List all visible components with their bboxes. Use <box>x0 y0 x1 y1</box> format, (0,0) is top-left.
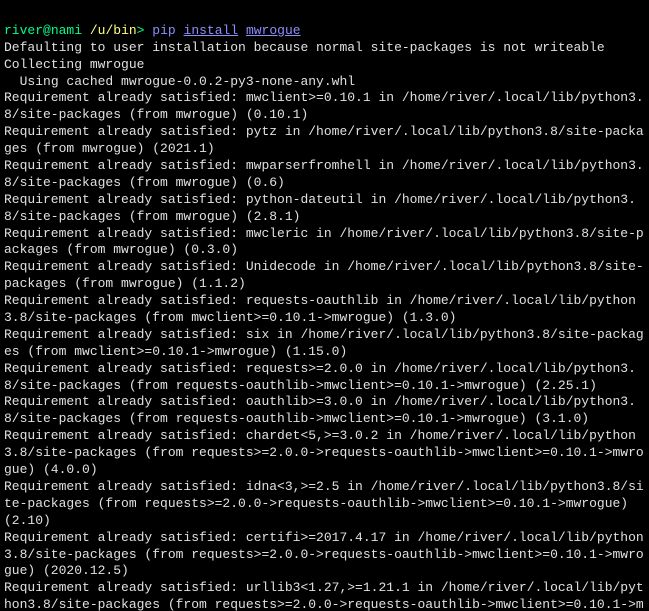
terminal-window[interactable]: river@nami /u/bin> pip install mwrogue D… <box>0 0 649 611</box>
output-line: Requirement already satisfied: urllib3<1… <box>4 580 644 611</box>
output-line: Requirement already satisfied: certifi>=… <box>4 530 644 579</box>
output-line: Requirement already satisfied: mwcleric … <box>4 226 644 258</box>
output-line: Requirement already satisfied: mwparserf… <box>4 158 644 190</box>
output-line: Requirement already satisfied: chardet<5… <box>4 428 644 477</box>
command-package: mwrogue <box>246 23 301 38</box>
output-line: Requirement already satisfied: pytz in /… <box>4 124 644 156</box>
output-line: Requirement already satisfied: six in /h… <box>4 327 644 359</box>
output-line: Requirement already satisfied: requests-… <box>4 293 636 325</box>
prompt-gt: > <box>137 23 145 38</box>
output-line: Requirement already satisfied: python-da… <box>4 192 636 224</box>
shell-prompt: river@nami /u/bin> <box>4 23 144 38</box>
output-line: Requirement already satisfied: oauthlib>… <box>4 394 636 426</box>
output-line: Requirement already satisfied: idna<3,>=… <box>4 479 644 528</box>
output-line: Requirement already satisfied: mwclient>… <box>4 90 644 122</box>
prompt-user: river <box>4 23 43 38</box>
output-line: Defaulting to user installation because … <box>4 40 605 55</box>
output-line: Using cached mwrogue-0.0.2-py3-none-any.… <box>4 74 355 89</box>
prompt-host: nami <box>51 23 82 38</box>
output-line: Collecting mwrogue <box>4 57 144 72</box>
command-pip: pip <box>152 23 175 38</box>
output-line: Requirement already satisfied: requests>… <box>4 361 636 393</box>
output-line: Requirement already satisfied: Unidecode… <box>4 259 644 291</box>
command-install: install <box>184 23 239 38</box>
prompt-path: /u/bin <box>90 23 137 38</box>
